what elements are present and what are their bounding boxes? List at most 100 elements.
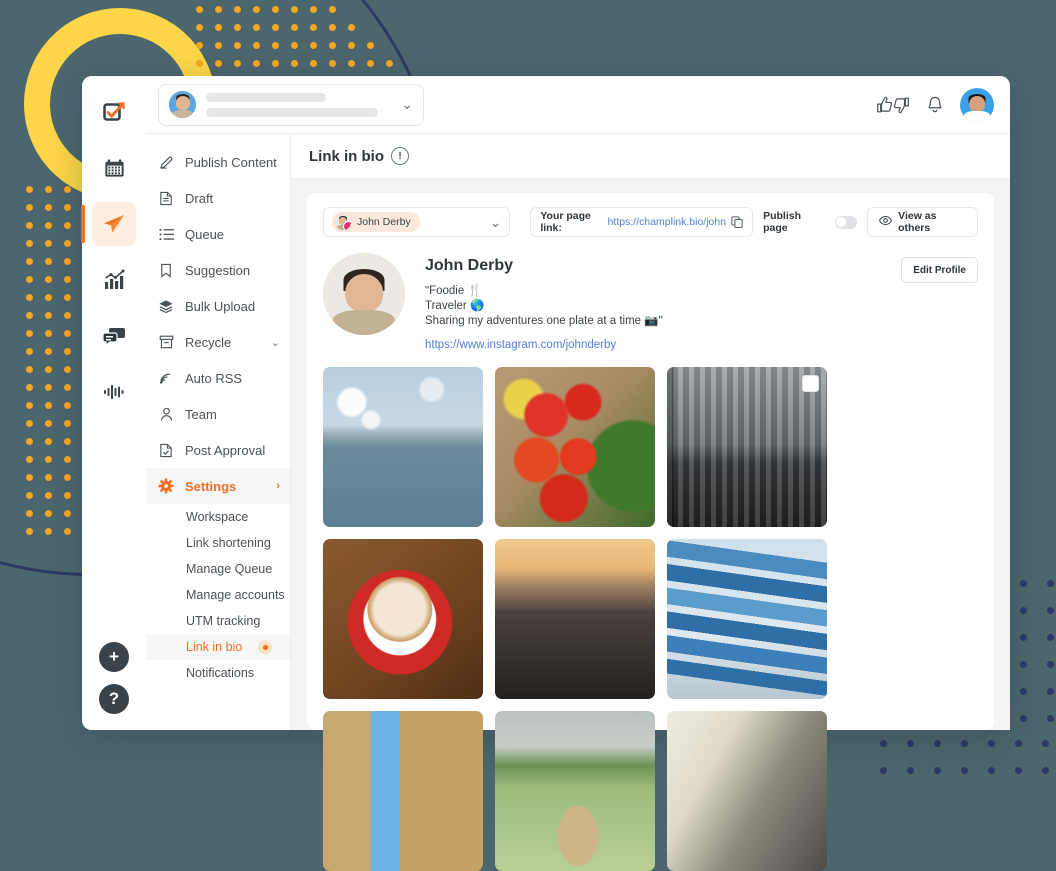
publish-page-toggle[interactable] xyxy=(834,215,858,229)
sidebar-item-label: Auto RSS xyxy=(185,370,243,386)
view-as-others-label: View as others xyxy=(898,210,937,234)
sidebar-item-bulk-upload[interactable]: Bulk Upload xyxy=(146,288,290,324)
edit-profile-button[interactable]: Edit Profile xyxy=(901,257,978,283)
rail-item-compose[interactable] xyxy=(92,90,136,134)
sidebar-item-auto-rss[interactable]: Auto RSS xyxy=(146,360,290,396)
sidebar-item-label: Recycle xyxy=(185,334,232,350)
pencil-icon xyxy=(158,154,174,170)
profile-name: John Derby xyxy=(425,257,514,274)
chevron-down-icon: ⌄ xyxy=(270,336,280,349)
profile-bio-line-2: Traveler 🌎 xyxy=(425,300,485,313)
chevron-down-icon: ⌄ xyxy=(489,213,502,230)
list-icon xyxy=(158,226,174,242)
waveform-icon xyxy=(104,385,124,399)
help-button[interactable]: ? xyxy=(99,684,129,714)
gear-icon xyxy=(158,478,174,494)
page-link-url[interactable]: https://champlink.bio/john xyxy=(608,216,726,228)
sidebar-item-draft[interactable]: Draft xyxy=(146,180,290,216)
profile-block: John Derby ʺFoodie 🍴 Traveler 🌎 Sharing … xyxy=(323,253,978,351)
sidebar-item-label: Publish Content xyxy=(185,154,277,170)
sidebar-subitem-label: Manage accounts xyxy=(186,588,285,602)
add-button[interactable]: + xyxy=(99,642,129,672)
sidebar-subitem-label: Manage Queue xyxy=(186,562,273,576)
sidebar-subitem-link-shortening[interactable]: Link shortening xyxy=(146,530,290,556)
sidebar-item-queue[interactable]: Queue xyxy=(146,216,290,252)
link-in-bio-card: John Derby ⌄ Your page link: https://cha… xyxy=(307,193,994,871)
top-bar: ⌄ xyxy=(146,76,1010,134)
sidebar-item-publish-content[interactable]: Publish Content xyxy=(146,144,290,180)
sidebar-item-label: Team xyxy=(185,406,217,422)
archive-icon xyxy=(158,334,174,350)
card-toolbar: John Derby ⌄ Your page link: https://cha… xyxy=(323,207,978,237)
page-link-label: Your page link: xyxy=(540,210,591,234)
rail-item-activity[interactable] xyxy=(92,370,136,414)
photo-grid xyxy=(323,366,978,871)
copy-icon[interactable] xyxy=(731,216,743,228)
view-as-others-button[interactable]: View as others xyxy=(867,207,978,237)
sidebar-item-post-approval[interactable]: Post Approval xyxy=(146,432,290,468)
chevron-down-icon: ⌄ xyxy=(401,96,413,112)
account-selector[interactable]: John Derby ⌄ xyxy=(323,207,511,237)
sidebar-item-settings[interactable]: Settings › xyxy=(146,468,290,504)
sidebar-item-label: Bulk Upload xyxy=(185,298,256,314)
bookmark-icon xyxy=(158,262,174,278)
photo-select-checkbox[interactable] xyxy=(802,374,819,392)
chat-bubbles-icon xyxy=(102,328,125,347)
calendar-icon xyxy=(104,158,124,177)
thumbs-up-down-icons[interactable] xyxy=(876,95,910,115)
sidebar-item-label: Settings xyxy=(185,478,237,494)
photo-tile[interactable] xyxy=(323,538,483,699)
profile-link[interactable]: https://www.instagram.com/johnderby xyxy=(425,339,881,351)
account-name: John Derby xyxy=(357,216,411,228)
layers-icon xyxy=(158,298,174,314)
user-avatar[interactable] xyxy=(960,87,994,122)
sidebar-item-recycle[interactable]: Recycle ⌄ xyxy=(146,324,290,360)
workspace-selector[interactable]: ⌄ xyxy=(158,83,424,126)
profile-bio-line-1: ʺFoodie 🍴 xyxy=(425,285,482,297)
rail-item-calendar[interactable] xyxy=(92,146,136,190)
sidebar-subitem-label: UTM tracking xyxy=(186,614,261,628)
profile-bio-line-3: Sharing my adventures one plate at a tim… xyxy=(425,315,663,328)
publish-page-label: Publish page xyxy=(763,210,801,234)
sidebar-subitem-manage-accounts[interactable]: Manage accounts xyxy=(146,582,290,608)
chevron-right-icon: › xyxy=(276,480,280,492)
photo-tile[interactable] xyxy=(667,538,827,699)
photo-tile[interactable] xyxy=(323,710,483,871)
sidebar-subitem-manage-queue[interactable]: Manage Queue xyxy=(146,556,290,582)
photo-tile[interactable] xyxy=(667,710,827,871)
photo-tile[interactable] xyxy=(495,538,655,699)
photo-tile[interactable] xyxy=(495,366,655,527)
new-badge-icon xyxy=(258,640,272,654)
sidebar-subitem-link-in-bio[interactable]: Link in bio xyxy=(146,634,290,660)
person-icon xyxy=(158,406,174,422)
sidebar-item-label: Suggestion xyxy=(185,262,251,278)
app-window: + ? ⌄ Publish Content Draft Queue Sugges… xyxy=(81,76,1010,871)
paper-plane-icon xyxy=(104,215,124,233)
rail-item-analytics[interactable] xyxy=(92,258,136,302)
page-link-box[interactable]: Your page link: https://champlink.bio/jo… xyxy=(530,207,754,237)
info-icon[interactable]: ! xyxy=(391,147,409,165)
sidebar-item-suggestion[interactable]: Suggestion xyxy=(146,252,290,288)
photo-tile[interactable] xyxy=(667,366,827,527)
workspace-placeholder-lines xyxy=(206,92,391,117)
sidebar-item-label: Queue xyxy=(185,226,225,242)
sidebar-subitem-utm-tracking[interactable]: UTM tracking xyxy=(146,608,290,634)
photo-tile[interactable] xyxy=(495,710,655,871)
rail-item-publish[interactable] xyxy=(81,202,136,246)
document-check-icon xyxy=(158,442,174,458)
sidebar-subitem-notifications[interactable]: Notifications xyxy=(146,660,290,686)
sidebar-item-team[interactable]: Team xyxy=(146,396,290,432)
page-title: Link in bio xyxy=(309,147,384,165)
photo-tile[interactable] xyxy=(323,366,483,527)
bell-icon[interactable] xyxy=(926,95,944,115)
sidebar-subitem-label: Notifications xyxy=(186,666,255,680)
workspace-avatar xyxy=(169,91,196,118)
rail-item-inbox[interactable] xyxy=(92,314,136,358)
document-icon xyxy=(158,190,174,206)
sidebar-subitem-label: Link shortening xyxy=(186,536,271,550)
rss-icon xyxy=(158,370,174,386)
page-header: Link in bio ! xyxy=(291,134,1010,179)
icon-rail: + ? xyxy=(81,76,146,730)
rail-bottom-actions: + ? xyxy=(82,642,146,714)
sidebar-subitem-workspace[interactable]: Workspace xyxy=(146,504,290,530)
